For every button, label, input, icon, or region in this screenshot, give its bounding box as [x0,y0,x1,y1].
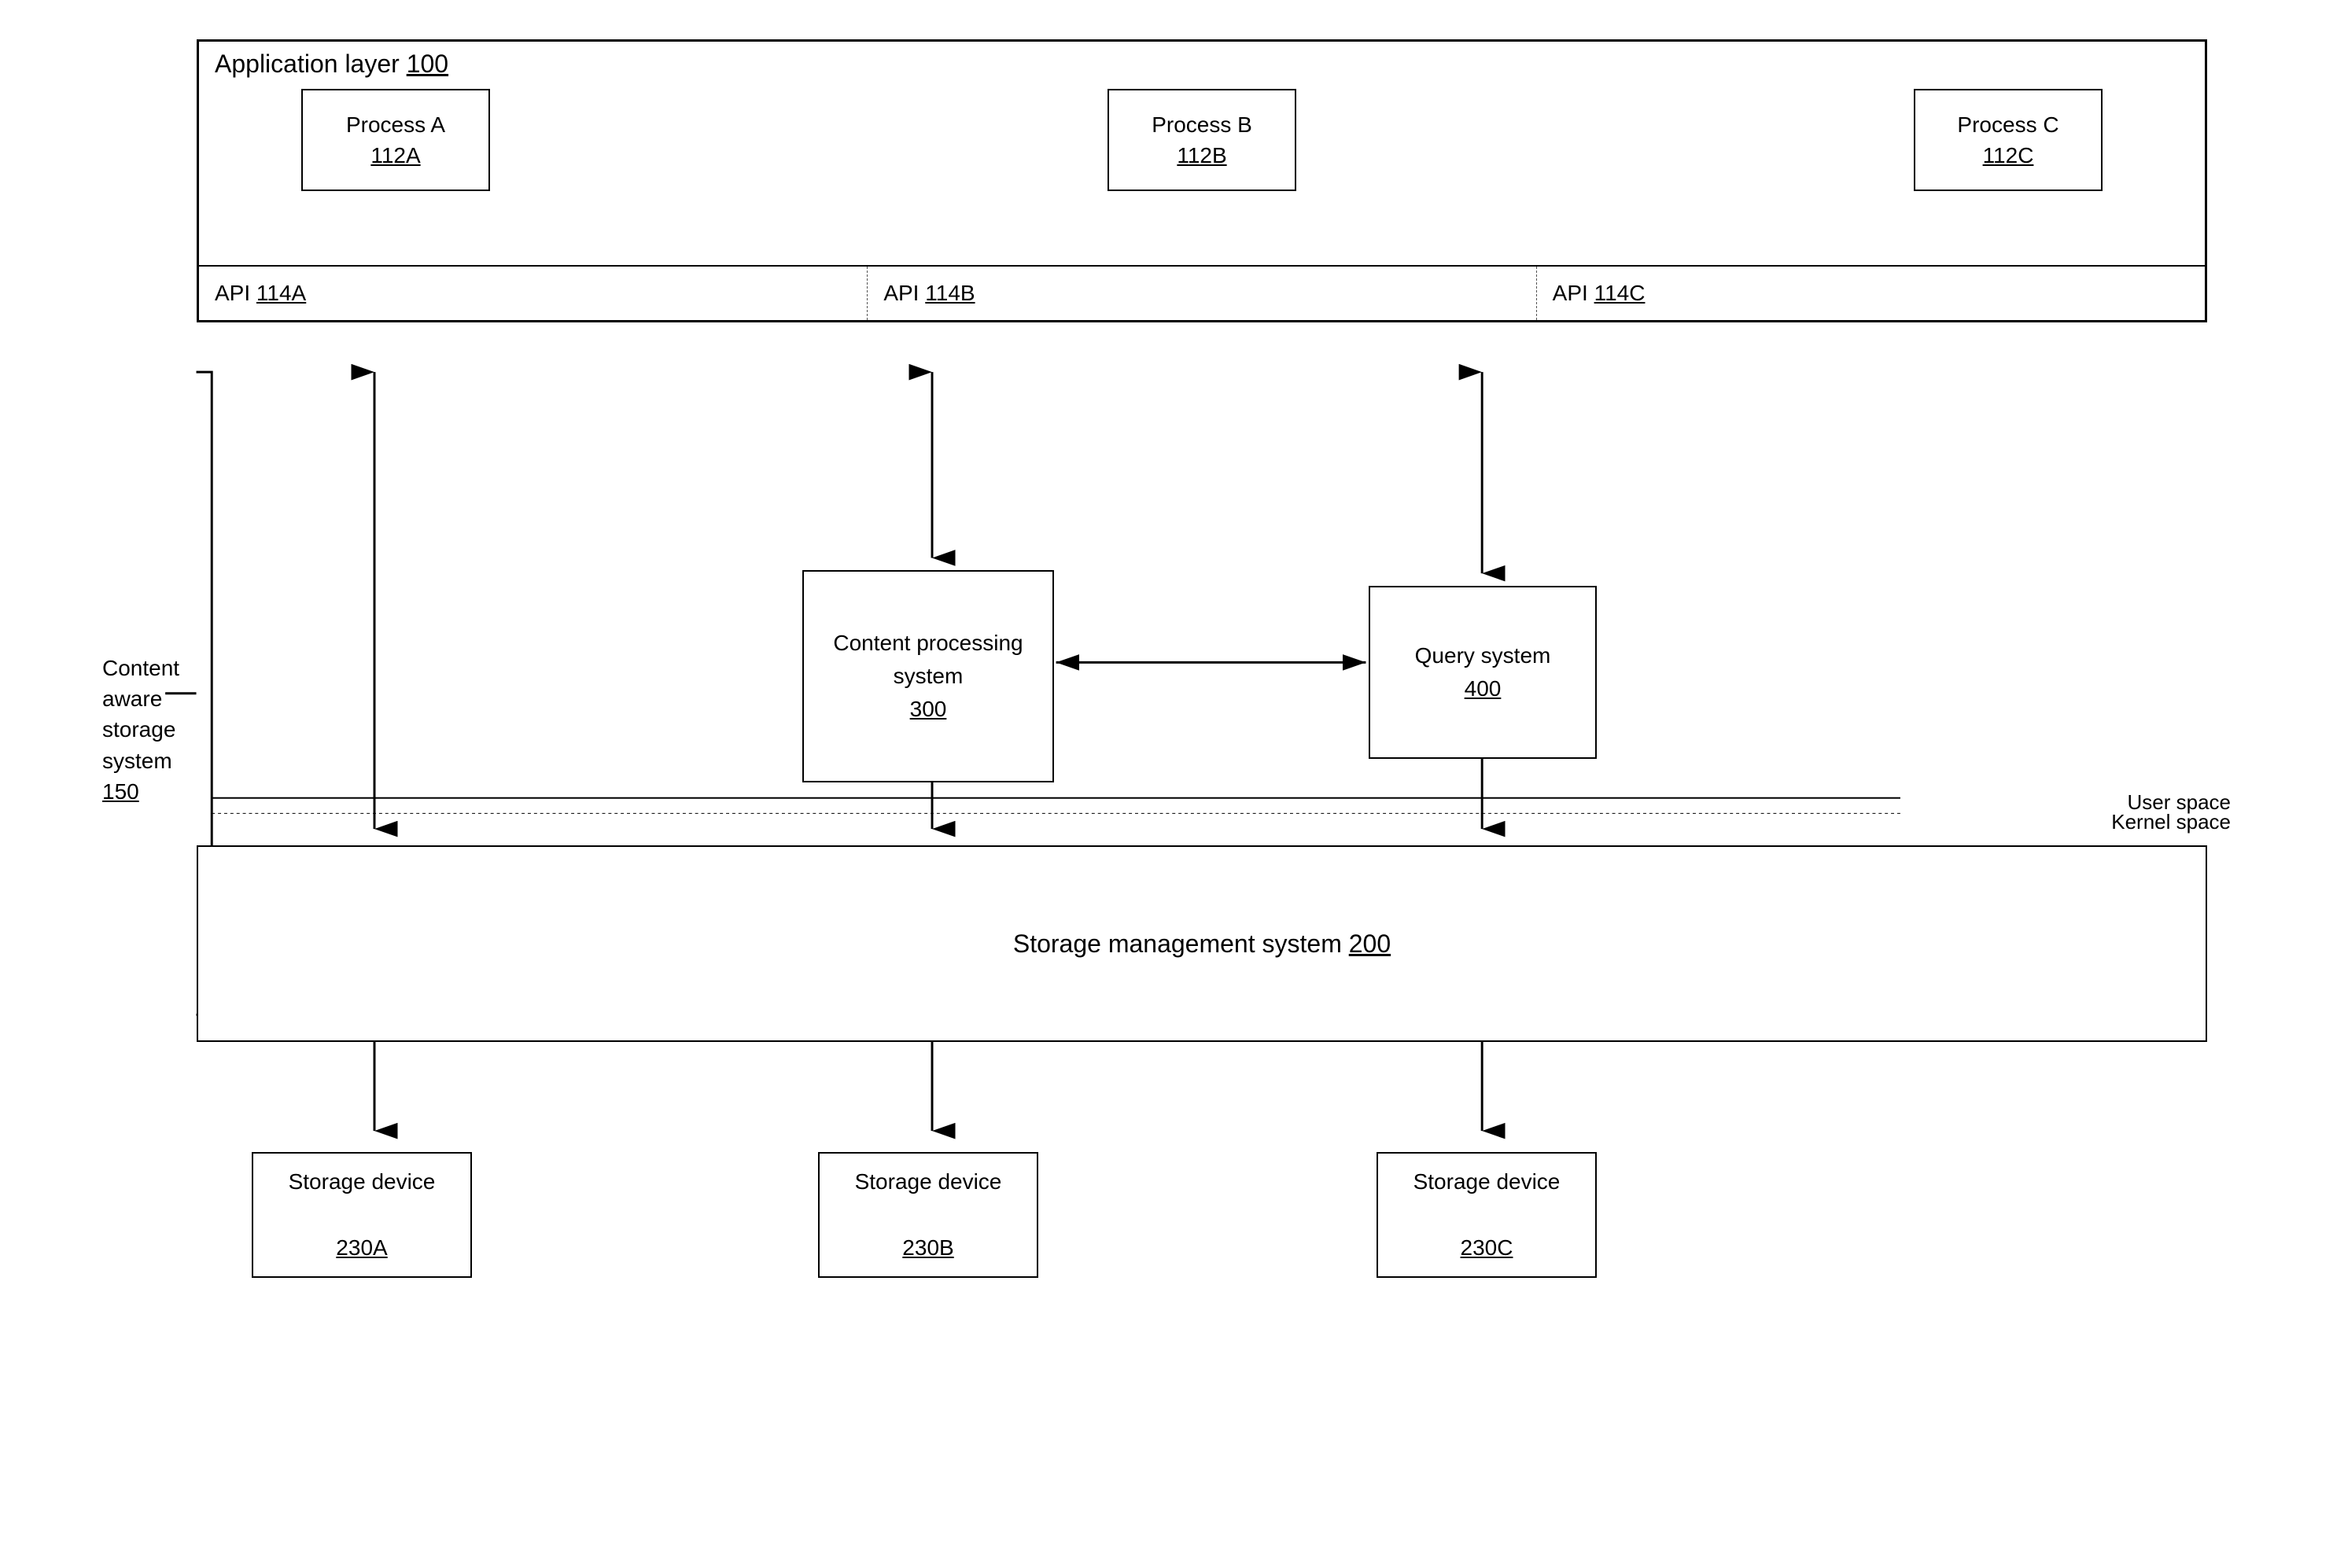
application-layer-box: Application layer 100 Process A 112A Pro… [197,39,2207,322]
process-c-box: Process C 112C [1914,89,2103,191]
content-processing-box: Content processing system 300 [802,570,1054,782]
api-114a: API 114A [199,267,868,320]
query-system-box: Query system 400 [1369,586,1597,759]
storage-device-c-box: Storage device 230C [1377,1152,1597,1278]
storage-mgmt-box: Storage management system 200 [197,845,2207,1042]
storage-device-b-box: Storage device 230B [818,1152,1038,1278]
api-114b: API 114B [868,267,1536,320]
api-bar: API 114A API 114B API 114C [199,265,2205,320]
content-aware-label: Content aware storage system 150 [102,653,173,807]
diagram-container: Application layer 100 Process A 112A Pro… [102,24,2270,1544]
api-114c: API 114C [1537,267,2205,320]
process-b-box: Process B 112B [1108,89,1296,191]
kernel-space-label: Kernel space [2111,810,2231,834]
app-layer-label: Application layer 100 [215,50,448,79]
process-a-box: Process A 112A [301,89,490,191]
storage-device-a-box: Storage device 230A [252,1152,472,1278]
